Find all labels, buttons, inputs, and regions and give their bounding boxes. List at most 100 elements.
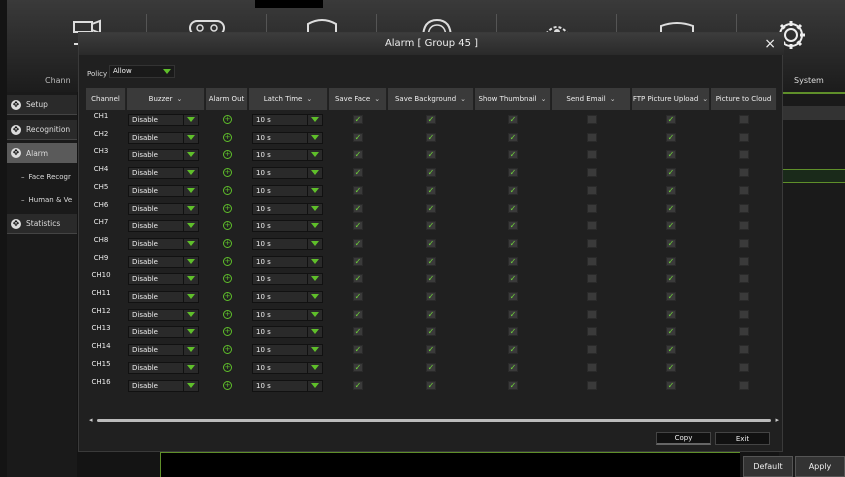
checkmark-icon[interactable]: ✓	[666, 274, 676, 284]
latch-time-select[interactable]: 10 s	[252, 149, 323, 162]
checkmark-icon[interactable]: ✓	[353, 380, 363, 390]
add-circle-icon[interactable]: +	[223, 132, 232, 142]
checkbox[interactable]	[586, 150, 597, 160]
checkmark-icon[interactable]: ✓	[508, 168, 518, 178]
checkmark-icon[interactable]: ✓	[353, 203, 363, 213]
add-circle-icon[interactable]: +	[223, 115, 232, 124]
checkmark-icon[interactable]: ✓	[508, 292, 518, 301]
checkmark-icon[interactable]: ✓	[426, 221, 436, 231]
checkbox[interactable]	[586, 221, 597, 231]
checkmark-icon[interactable]: ✓	[666, 238, 676, 248]
checkbox[interactable]	[586, 327, 597, 337]
add-circle-icon[interactable]: +	[223, 256, 232, 266]
buzzer-select[interactable]: Disable	[128, 291, 199, 303]
checkmark-icon[interactable]: ✓	[508, 132, 518, 142]
checkbox[interactable]	[586, 168, 597, 178]
checkbox[interactable]	[586, 309, 597, 319]
column-header-show-thumbnail[interactable]: Show Thumbnail ⌄	[475, 88, 551, 110]
sidebar-item-human-vehicle[interactable]: – Human & Ve	[7, 190, 77, 210]
checkmark-icon[interactable]: ✓	[666, 292, 676, 301]
sidebar-item-recognition[interactable]: ✥ Recognition	[7, 120, 77, 140]
buzzer-select[interactable]: Disable	[128, 255, 199, 268]
close-icon[interactable]: ×	[764, 35, 776, 53]
latch-time-select[interactable]: 10 s	[252, 344, 323, 357]
checkbox[interactable]	[586, 203, 597, 213]
checkmark-icon[interactable]: ✓	[353, 274, 363, 284]
checkbox[interactable]	[586, 132, 597, 142]
checkmark-icon[interactable]: ✓	[353, 221, 363, 231]
checkmark-icon[interactable]: ✓	[508, 203, 518, 213]
add-circle-icon[interactable]: +	[223, 380, 232, 390]
column-header-latch-time[interactable]: Latch Time ⌄	[249, 88, 328, 110]
column-header-ftp-picture-upload[interactable]: FTP Picture Upload ⌄	[632, 88, 710, 110]
checkmark-icon[interactable]: ✓	[426, 362, 436, 372]
copy-button[interactable]: Copy	[656, 432, 711, 445]
checkbox[interactable]	[739, 274, 749, 284]
latch-time-select[interactable]: 10 s	[252, 184, 323, 197]
checkmark-icon[interactable]: ✓	[666, 203, 676, 213]
checkmark-icon[interactable]: ✓	[508, 185, 518, 195]
checkbox[interactable]	[739, 221, 749, 231]
buzzer-select[interactable]: Disable	[128, 149, 199, 162]
add-circle-icon[interactable]: +	[223, 150, 232, 160]
checkmark-icon[interactable]: ✓	[353, 185, 363, 195]
buzzer-select[interactable]: Disable	[128, 344, 199, 357]
checkmark-icon[interactable]: ✓	[508, 309, 518, 319]
checkmark-icon[interactable]: ✓	[353, 292, 363, 301]
checkbox[interactable]	[586, 274, 597, 284]
buzzer-select[interactable]: Disable	[128, 361, 199, 374]
checkbox[interactable]	[739, 203, 749, 213]
checkmark-icon[interactable]: ✓	[426, 115, 436, 124]
checkmark-icon[interactable]: ✓	[426, 380, 436, 390]
checkmark-icon[interactable]: ✓	[666, 256, 676, 266]
latch-time-select[interactable]: 10 s	[252, 379, 323, 392]
buzzer-select[interactable]: Disable	[128, 237, 199, 250]
checkbox[interactable]	[739, 132, 749, 142]
column-header-buzzer[interactable]: Buzzer ⌄	[127, 88, 205, 110]
latch-time-select[interactable]: 10 s	[252, 220, 323, 233]
checkmark-icon[interactable]: ✓	[426, 132, 436, 142]
checkmark-icon[interactable]: ✓	[666, 221, 676, 231]
latch-time-select[interactable]: 10 s	[252, 326, 323, 339]
checkbox[interactable]	[586, 238, 597, 248]
buzzer-select[interactable]: Disable	[128, 326, 199, 339]
checkbox[interactable]	[739, 115, 749, 124]
sidebar-item-setup[interactable]: ✥ Setup	[7, 95, 77, 115]
checkmark-icon[interactable]: ✓	[353, 327, 363, 337]
buzzer-select[interactable]: Disable	[128, 184, 199, 197]
checkmark-icon[interactable]: ✓	[353, 132, 363, 142]
checkmark-icon[interactable]: ✓	[508, 380, 518, 390]
checkmark-icon[interactable]: ✓	[426, 168, 436, 178]
add-circle-icon[interactable]: +	[223, 292, 232, 301]
scroll-right-icon[interactable]: ▸	[775, 416, 779, 424]
checkmark-icon[interactable]: ✓	[666, 185, 676, 195]
column-header-save-background[interactable]: Save Background ⌄	[388, 88, 474, 110]
checkmark-icon[interactable]: ✓	[353, 309, 363, 319]
latch-time-select[interactable]: 10 s	[252, 167, 323, 180]
add-circle-icon[interactable]: +	[223, 362, 232, 372]
column-header-save-face[interactable]: Save Face ⌄	[329, 88, 387, 110]
checkmark-icon[interactable]: ✓	[353, 115, 363, 124]
buzzer-select[interactable]: Disable	[128, 379, 199, 392]
latch-time-select[interactable]: 10 s	[252, 202, 323, 215]
sidebar-item-face-recognition[interactable]: – Face Recogr	[7, 167, 77, 187]
add-circle-icon[interactable]: +	[223, 238, 232, 248]
buzzer-select[interactable]: Disable	[128, 202, 199, 215]
checkmark-icon[interactable]: ✓	[666, 380, 676, 390]
checkmark-icon[interactable]: ✓	[353, 256, 363, 266]
latch-time-select[interactable]: 10 s	[252, 131, 323, 144]
scroll-thumb[interactable]	[97, 419, 771, 422]
buzzer-select[interactable]: Disable	[128, 308, 199, 321]
add-circle-icon[interactable]: +	[223, 203, 232, 213]
checkbox[interactable]	[739, 238, 749, 248]
checkmark-icon[interactable]: ✓	[508, 274, 518, 284]
checkbox[interactable]	[739, 309, 749, 319]
checkmark-icon[interactable]: ✓	[426, 150, 436, 160]
add-circle-icon[interactable]: +	[223, 309, 232, 319]
apply-button[interactable]: Apply	[795, 456, 845, 477]
buzzer-select[interactable]: Disable	[128, 220, 199, 233]
latch-time-select[interactable]: 10 s	[252, 308, 323, 321]
latch-time-select[interactable]: 10 s	[252, 361, 323, 374]
checkmark-icon[interactable]: ✓	[353, 238, 363, 248]
checkmark-icon[interactable]: ✓	[508, 150, 518, 160]
